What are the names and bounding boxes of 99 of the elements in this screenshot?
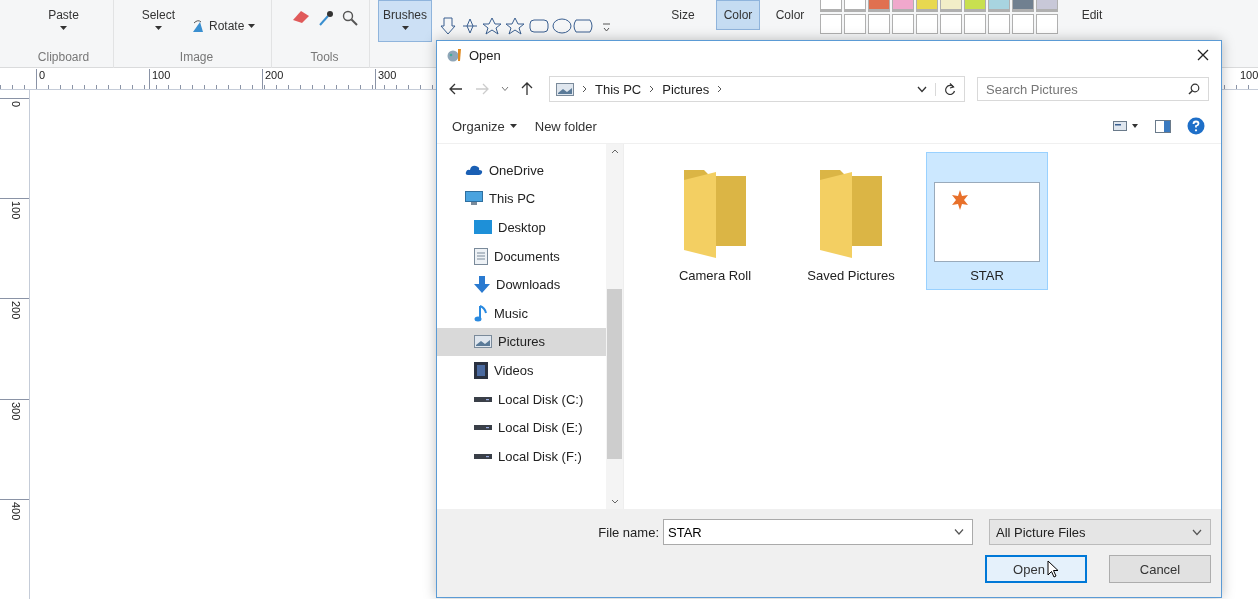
caret-icon: [401, 26, 409, 30]
nav-item[interactable]: Local Disk (C:): [437, 384, 606, 414]
group-label: Image: [179, 50, 214, 66]
caret-icon: [60, 26, 67, 30]
pictures-folder-icon: [556, 82, 574, 96]
palette-swatch[interactable]: [844, 14, 867, 34]
chevron-icon: [582, 85, 587, 93]
chevron-icon: [649, 85, 655, 93]
nav-item[interactable]: Downloads: [437, 270, 606, 299]
color-picker-icon[interactable]: [317, 10, 334, 26]
eraser-icon[interactable]: [291, 10, 310, 24]
search-icon: [1188, 83, 1200, 95]
magnifier-icon[interactable]: [341, 10, 358, 26]
close-icon[interactable]: [1197, 49, 1209, 61]
down-arrow-icon: [474, 276, 490, 294]
nav-item[interactable]: Pictures: [437, 327, 606, 357]
refresh-icon[interactable]: [935, 82, 956, 96]
address-bar[interactable]: This PC Pictures: [549, 76, 965, 102]
new-folder-button[interactable]: New folder: [533, 117, 598, 135]
ruler-label: 100: [10, 201, 22, 220]
palette-swatch[interactable]: [964, 14, 987, 34]
document-icon: [474, 247, 488, 265]
dialog-title: Open: [469, 47, 501, 63]
select-button[interactable]: Select: [136, 0, 180, 33]
file-name-label: File name:: [598, 524, 659, 540]
search-field[interactable]: Search Pictures: [977, 77, 1209, 101]
palette-swatch[interactable]: [892, 14, 915, 34]
rotate-button[interactable]: Rotate: [190, 18, 257, 34]
nav-item[interactable]: Local Disk (F:): [437, 441, 606, 471]
caret-icon: [509, 124, 517, 128]
file-item[interactable]: STAR: [926, 152, 1048, 290]
caret-icon: [954, 528, 964, 536]
music-note-icon: [474, 304, 488, 322]
cloud-icon: [465, 164, 483, 177]
drive-icon: [474, 453, 492, 459]
nav-item[interactable]: Desktop: [437, 213, 606, 242]
help-icon[interactable]: [1187, 117, 1205, 135]
nav-item[interactable]: Videos: [437, 356, 606, 385]
caret-icon: [1192, 528, 1202, 536]
palette-swatch[interactable]: [988, 14, 1011, 34]
ruler-label: 200: [262, 69, 375, 89]
film-icon: [474, 361, 488, 379]
preview-pane-icon[interactable]: [1155, 119, 1171, 133]
desktop-icon: [474, 220, 492, 235]
scrollbar[interactable]: [606, 144, 623, 509]
monitor-icon: [465, 191, 483, 207]
palette-swatch[interactable]: [820, 14, 843, 34]
ruler-label: 0: [36, 69, 149, 89]
scroll-up-icon[interactable]: [610, 149, 619, 154]
caret-icon[interactable]: [917, 85, 927, 93]
open-button[interactable]: Open: [985, 555, 1087, 583]
image-thumbnail-icon: [934, 182, 1040, 262]
mouse-pointer-icon: [1046, 560, 1059, 578]
drive-icon: [474, 425, 492, 431]
chevron-icon: [717, 85, 723, 93]
color-button[interactable]: Color: [768, 0, 813, 30]
file-item[interactable]: Saved Pictures: [790, 152, 912, 290]
palette-swatch[interactable]: [916, 14, 939, 34]
breadcrumb[interactable]: This PC: [595, 81, 642, 97]
breadcrumb[interactable]: Pictures: [662, 81, 710, 97]
file-name-field[interactable]: STAR: [663, 519, 973, 545]
caret-icon: [248, 24, 256, 28]
palette-swatch[interactable]: [1012, 14, 1035, 34]
scrollbar-thumb[interactable]: [607, 289, 622, 459]
palette-swatch[interactable]: [868, 14, 891, 34]
size-button[interactable]: Size: [658, 0, 709, 25]
file-item[interactable]: Camera Roll: [654, 152, 776, 290]
ruler-label: 100: [1239, 69, 1258, 83]
up-arrow-icon[interactable]: [521, 82, 533, 96]
ruler-label: 100: [149, 69, 262, 89]
color-button[interactable]: Color: [716, 0, 761, 30]
paste-button[interactable]: Paste: [43, 0, 84, 33]
nav-item[interactable]: Local Disk (E:): [437, 413, 606, 442]
edit-colors-button[interactable]: Edit: [1066, 0, 1119, 25]
organize-menu[interactable]: Organize: [451, 117, 518, 135]
pictures-folder-icon: [474, 335, 492, 349]
ruler-label: 300: [10, 401, 22, 420]
ruler-label: 400: [10, 501, 22, 521]
file-type-dropdown[interactable]: All Picture Files: [989, 519, 1211, 545]
caret-icon: [154, 26, 162, 30]
forward-arrow-icon[interactable]: [475, 83, 489, 95]
ruler-label: 200: [10, 301, 22, 320]
group-label: Tools: [310, 50, 339, 66]
ruler-label: 0: [10, 101, 22, 108]
back-arrow-icon[interactable]: [449, 83, 463, 95]
nav-item[interactable]: Documents: [437, 241, 606, 271]
rotate-icon: [191, 19, 205, 33]
nav-item[interactable]: This PC: [437, 184, 606, 214]
nav-item[interactable]: Music: [437, 298, 606, 328]
drive-icon: [474, 396, 492, 402]
paint-app-icon: [447, 48, 463, 62]
view-options-icon[interactable]: [1113, 120, 1139, 132]
scroll-down-icon[interactable]: [610, 499, 619, 504]
nav-item[interactable]: OneDrive: [437, 156, 606, 185]
brushes-button[interactable]: Brushes: [378, 0, 433, 42]
palette-swatch[interactable]: [1036, 14, 1059, 34]
palette-swatch[interactable]: [940, 14, 963, 34]
group-label: Clipboard: [37, 50, 90, 66]
cancel-button[interactable]: Cancel: [1109, 555, 1211, 583]
